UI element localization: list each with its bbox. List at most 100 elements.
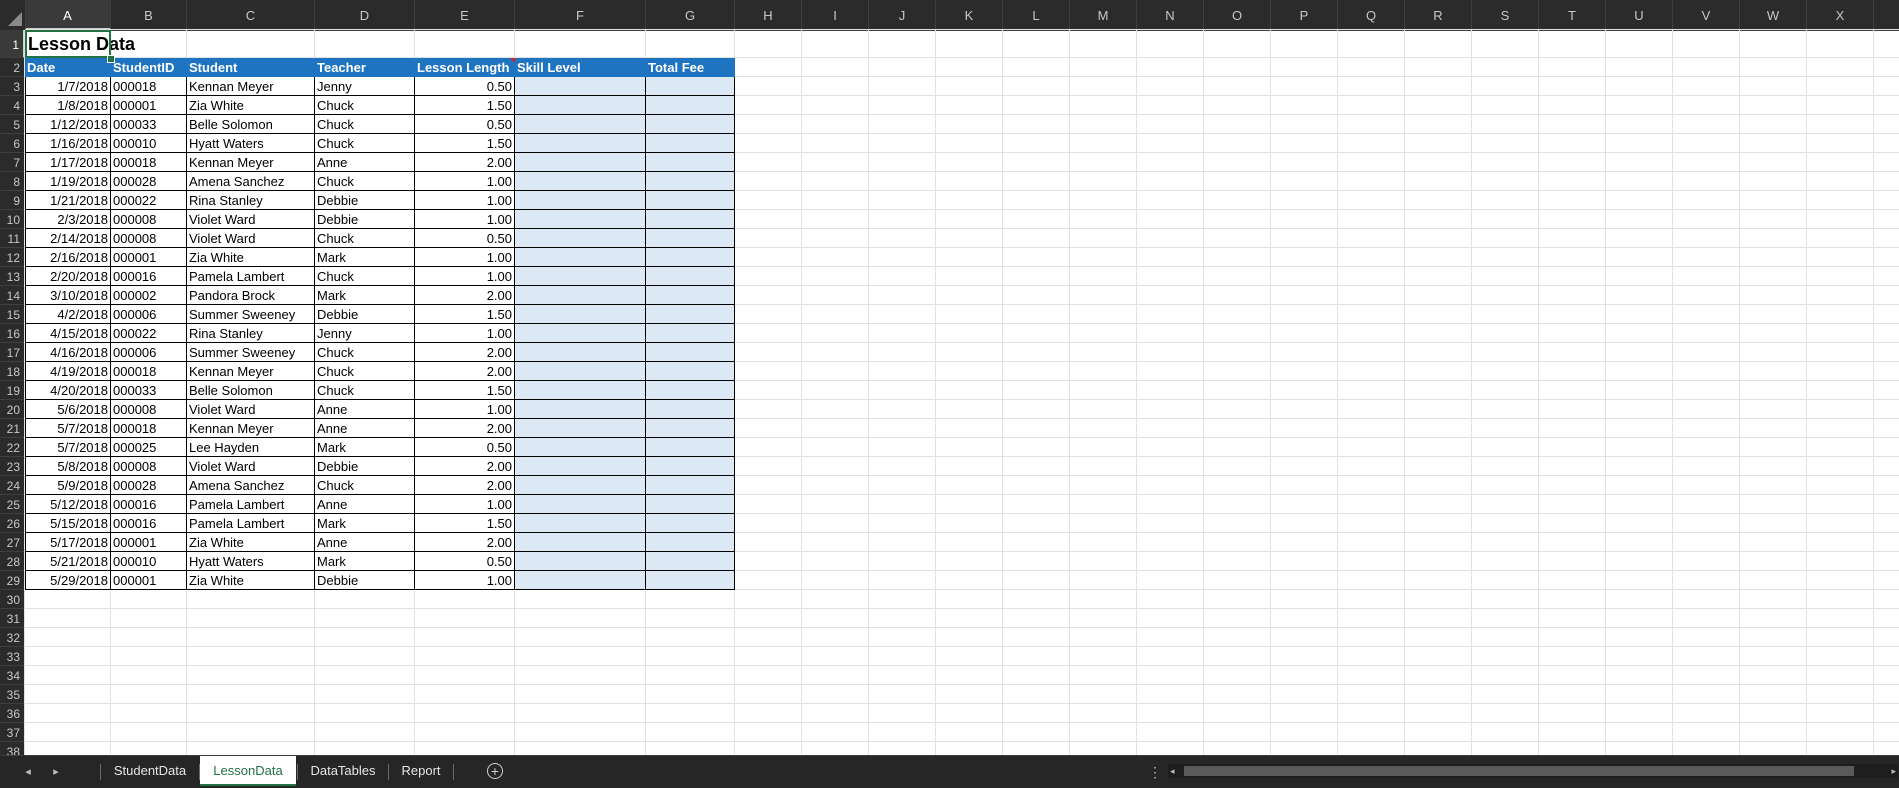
- table-cell[interactable]: [646, 438, 735, 457]
- table-cell[interactable]: 000002: [111, 286, 187, 305]
- table-cell[interactable]: Chuck: [315, 134, 415, 153]
- table-cell[interactable]: [515, 286, 646, 305]
- table-cell[interactable]: 5/21/2018: [25, 552, 111, 571]
- table-cell[interactable]: 000028: [111, 476, 187, 495]
- table-cell[interactable]: [515, 248, 646, 267]
- table-cell[interactable]: 4/16/2018: [25, 343, 111, 362]
- table-header-cell[interactable]: StudentID: [111, 58, 187, 77]
- table-cell[interactable]: Kennan Meyer: [187, 153, 315, 172]
- table-cell[interactable]: Kennan Meyer: [187, 77, 315, 96]
- table-cell[interactable]: [515, 552, 646, 571]
- table-cell[interactable]: 2/16/2018: [25, 248, 111, 267]
- table-cell[interactable]: Chuck: [315, 343, 415, 362]
- row-header-36[interactable]: 36: [0, 704, 25, 723]
- row-header-16[interactable]: 16: [0, 324, 25, 343]
- table-cell[interactable]: [646, 172, 735, 191]
- table-cell[interactable]: 1.00: [415, 495, 515, 514]
- table-cell[interactable]: [515, 476, 646, 495]
- table-cell[interactable]: Kennan Meyer: [187, 419, 315, 438]
- column-header-v[interactable]: V: [1673, 0, 1740, 30]
- table-cell[interactable]: Chuck: [315, 267, 415, 286]
- table-cell[interactable]: Amena Sanchez: [187, 476, 315, 495]
- table-cell[interactable]: Pandora Brock: [187, 286, 315, 305]
- row-header-34[interactable]: 34: [0, 666, 25, 685]
- table-cell[interactable]: 4/19/2018: [25, 362, 111, 381]
- table-cell[interactable]: Zia White: [187, 96, 315, 115]
- table-cell[interactable]: 1/17/2018: [25, 153, 111, 172]
- table-cell[interactable]: [515, 438, 646, 457]
- table-cell[interactable]: 000022: [111, 324, 187, 343]
- table-cell[interactable]: 000018: [111, 77, 187, 96]
- table-cell[interactable]: Belle Solomon: [187, 381, 315, 400]
- table-cell[interactable]: [646, 248, 735, 267]
- table-cell[interactable]: 1/16/2018: [25, 134, 111, 153]
- table-cell[interactable]: Chuck: [315, 476, 415, 495]
- table-cell[interactable]: [515, 305, 646, 324]
- table-cell[interactable]: [646, 77, 735, 96]
- table-cell[interactable]: Debbie: [315, 210, 415, 229]
- table-cell[interactable]: [646, 134, 735, 153]
- row-header-2[interactable]: 2: [0, 58, 25, 77]
- row-header-29[interactable]: 29: [0, 571, 25, 590]
- table-cell[interactable]: 5/6/2018: [25, 400, 111, 419]
- table-cell[interactable]: 1.50: [415, 381, 515, 400]
- table-header-cell[interactable]: Teacher: [315, 58, 415, 77]
- column-header-u[interactable]: U: [1606, 0, 1673, 30]
- table-cell[interactable]: Chuck: [315, 362, 415, 381]
- table-cell[interactable]: Anne: [315, 400, 415, 419]
- column-header-r[interactable]: R: [1405, 0, 1472, 30]
- fill-handle[interactable]: [107, 55, 115, 63]
- row-header-4[interactable]: 4: [0, 96, 25, 115]
- column-header-t[interactable]: T: [1539, 0, 1606, 30]
- tab-datatables[interactable]: DataTables: [299, 756, 387, 786]
- table-cell[interactable]: 2.00: [415, 286, 515, 305]
- table-cell[interactable]: 000001: [111, 571, 187, 590]
- column-header-l[interactable]: L: [1003, 0, 1070, 30]
- table-cell[interactable]: [646, 210, 735, 229]
- table-cell[interactable]: 4/15/2018: [25, 324, 111, 343]
- tab-report[interactable]: Report: [390, 756, 452, 786]
- table-cell[interactable]: [515, 457, 646, 476]
- next-sheet-icon[interactable]: ▸: [46, 756, 66, 788]
- table-cell[interactable]: Zia White: [187, 533, 315, 552]
- column-header-n[interactable]: N: [1137, 0, 1204, 30]
- table-cell[interactable]: 000001: [111, 533, 187, 552]
- table-cell[interactable]: Hyatt Waters: [187, 134, 315, 153]
- row-header-33[interactable]: 33: [0, 647, 25, 666]
- select-all-corner[interactable]: [0, 0, 26, 30]
- table-cell[interactable]: [646, 552, 735, 571]
- spreadsheet-grid[interactable]: ABCDEFGHIJKLMNOPQRSTUVWX 1 2 3 4 5 6 7 8 9 10 11 12…: [0, 0, 1899, 755]
- row-header-22[interactable]: 22: [0, 438, 25, 457]
- row-header-7[interactable]: 7: [0, 153, 25, 172]
- table-cell[interactable]: [515, 324, 646, 343]
- row-header-6[interactable]: 6: [0, 134, 25, 153]
- table-cell[interactable]: 0.50: [415, 229, 515, 248]
- row-header-18[interactable]: 18: [0, 362, 25, 381]
- table-cell[interactable]: 4/20/2018: [25, 381, 111, 400]
- column-header-x[interactable]: X: [1807, 0, 1874, 30]
- table-cell[interactable]: 0.50: [415, 552, 515, 571]
- table-cell[interactable]: [515, 533, 646, 552]
- table-header-cell[interactable]: Student: [187, 58, 315, 77]
- table-cell[interactable]: [515, 419, 646, 438]
- table-cell[interactable]: 000001: [111, 248, 187, 267]
- column-header-b[interactable]: B: [111, 0, 187, 30]
- table-cell[interactable]: [646, 514, 735, 533]
- table-cell[interactable]: [646, 267, 735, 286]
- table-cell[interactable]: 1/21/2018: [25, 191, 111, 210]
- table-cell[interactable]: Pamela Lambert: [187, 514, 315, 533]
- column-header-g[interactable]: G: [646, 0, 735, 30]
- table-cell[interactable]: [646, 229, 735, 248]
- table-cell[interactable]: Chuck: [315, 229, 415, 248]
- table-cell[interactable]: Anne: [315, 495, 415, 514]
- row-header-24[interactable]: 24: [0, 476, 25, 495]
- row-header-19[interactable]: 19: [0, 381, 25, 400]
- table-cell[interactable]: [646, 495, 735, 514]
- table-cell[interactable]: Rina Stanley: [187, 324, 315, 343]
- table-cell[interactable]: Pamela Lambert: [187, 495, 315, 514]
- table-cell[interactable]: [515, 96, 646, 115]
- table-cell[interactable]: [646, 476, 735, 495]
- add-sheet-icon[interactable]: +: [487, 763, 503, 779]
- table-cell[interactable]: Belle Solomon: [187, 115, 315, 134]
- row-header-9[interactable]: 9: [0, 191, 25, 210]
